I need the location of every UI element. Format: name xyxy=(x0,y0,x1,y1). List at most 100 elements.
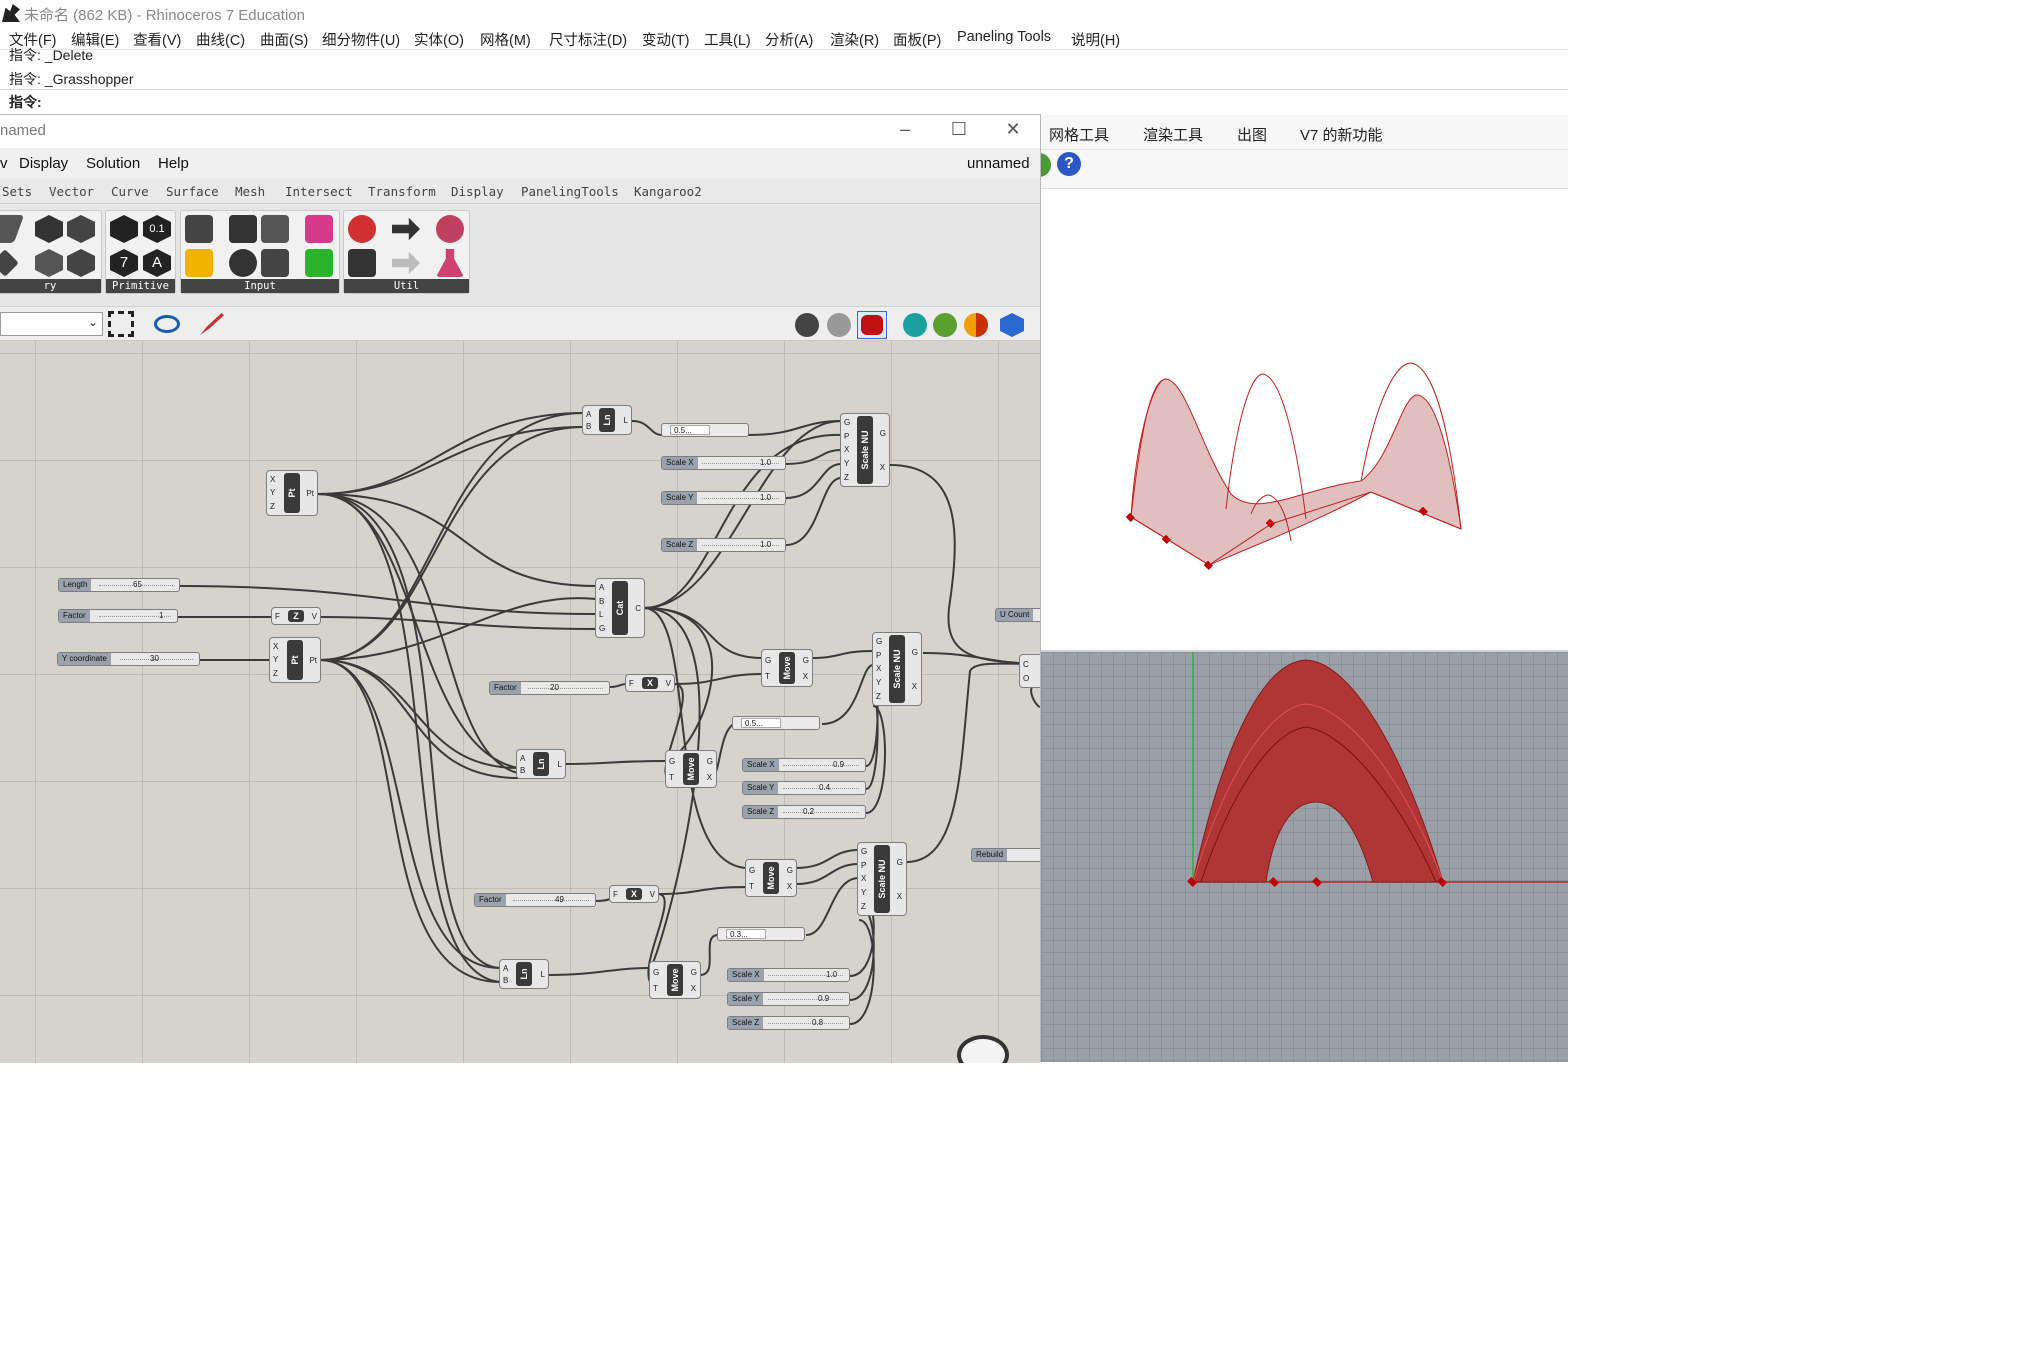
move-component[interactable]: GT Move GX xyxy=(745,859,797,897)
close-icon[interactable]: ✕ xyxy=(998,119,1028,140)
gh-canvas[interactable]: AB Ln L AB Ln L AB Ln L XYZ Pt Pt XYZ Pt… xyxy=(0,341,1040,1063)
arrow-right-icon[interactable] xyxy=(392,217,420,241)
integer-icon[interactable]: 7 xyxy=(110,249,138,277)
data-input-icon[interactable] xyxy=(185,215,213,243)
zoom-dropdown[interactable]: ⌄ xyxy=(0,312,103,336)
perspective-viewport[interactable] xyxy=(1041,189,1568,650)
preview-shaded-button[interactable] xyxy=(857,311,887,339)
menu-tools[interactable]: 工具(L) xyxy=(704,29,751,50)
gh-tab-panelingtools[interactable]: PanelingTools xyxy=(521,184,619,199)
bake-icon[interactable] xyxy=(903,313,927,337)
maximize-icon[interactable]: ☐ xyxy=(944,119,974,140)
gh-tab-intersect[interactable]: Intersect xyxy=(285,184,353,199)
rebuild-slider[interactable]: Rebuild xyxy=(971,848,1040,862)
sketch-icon[interactable] xyxy=(200,313,224,335)
help-icon[interactable]: ? xyxy=(1057,152,1081,176)
menu-render[interactable]: 渲染(R) xyxy=(830,29,879,50)
scale-x-slider[interactable]: Scale X 1.0 xyxy=(727,968,850,982)
tab-layout[interactable]: 出图 xyxy=(1237,124,1267,145)
gh-menu-help[interactable]: Help xyxy=(158,155,189,172)
move-component[interactable]: GT Move GX xyxy=(665,750,717,788)
flask-icon[interactable] xyxy=(436,249,464,277)
value-list-icon[interactable] xyxy=(261,249,289,277)
number-icon[interactable]: 0.1 xyxy=(143,215,171,243)
eye-icon[interactable] xyxy=(154,315,180,333)
scale-z-slider[interactable]: Scale Z 0.2 xyxy=(742,805,866,819)
scale-y-slider[interactable]: Scale Y 0.9 xyxy=(727,992,850,1006)
number-panel[interactable]: 0.3... xyxy=(717,927,805,941)
number-panel[interactable]: 0.5... xyxy=(732,716,820,730)
move-component[interactable]: GT Move GX xyxy=(649,961,701,999)
menu-surface[interactable]: 曲面(S) xyxy=(260,29,308,50)
scale-nu-component[interactable]: GPXYZ Scale NU GX xyxy=(840,413,890,487)
scale-nu-component[interactable]: GPXYZ Scale NU GX xyxy=(857,842,907,916)
menu-transform[interactable]: 变动(T) xyxy=(642,29,690,50)
command-prompt[interactable]: 指令: xyxy=(9,92,42,112)
scale-nu-component[interactable]: GPXYZ Scale NU GX xyxy=(872,632,922,706)
toggle-icon[interactable] xyxy=(229,215,257,243)
slider-icon[interactable] xyxy=(261,215,289,243)
menu-dimension[interactable]: 尺寸标注(D) xyxy=(549,29,627,50)
unit-z-component[interactable]: F Z V xyxy=(271,607,321,625)
menu-panels[interactable]: 面板(P) xyxy=(893,29,941,50)
colour-swatch-icon[interactable] xyxy=(305,249,333,277)
gh-tab-mesh[interactable]: Mesh xyxy=(235,184,265,199)
unit-x-component[interactable]: F X V xyxy=(625,674,675,692)
scale-x-slider[interactable]: Scale X 1.0 xyxy=(661,456,786,470)
tab-mesh-tools[interactable]: 网格工具 xyxy=(1049,124,1109,145)
menu-paneling-tools[interactable]: Paneling Tools xyxy=(957,29,1051,45)
gh-tab-surface[interactable]: Surface xyxy=(166,184,219,199)
length-slider[interactable]: Length 65 xyxy=(58,578,180,592)
tree-icon[interactable] xyxy=(348,249,376,277)
tab-v7-new[interactable]: V7 的新功能 xyxy=(1300,124,1383,145)
gh-menu-solution[interactable]: Solution xyxy=(86,155,140,172)
cluster-icon[interactable] xyxy=(436,215,464,243)
gh-tab-display[interactable]: Display xyxy=(451,184,504,199)
gh-menu-view[interactable]: v xyxy=(0,155,8,172)
subd-icon[interactable] xyxy=(35,249,63,277)
menu-analyze[interactable]: 分析(A) xyxy=(765,29,813,50)
catenary-component[interactable]: ABLG Cat C xyxy=(595,578,645,638)
minimize-icon[interactable]: – xyxy=(890,119,920,140)
boolean-icon[interactable] xyxy=(110,215,138,243)
scale-y-slider[interactable]: Scale Y 1.0 xyxy=(661,491,786,505)
gh-tab-sets[interactable]: Sets xyxy=(2,184,32,199)
loft-component[interactable]: CO xyxy=(1019,654,1040,688)
y-coordinate-slider[interactable]: Y coordinate 30 xyxy=(57,652,200,666)
scale-z-slider[interactable]: Scale Z 0.8 xyxy=(727,1016,850,1030)
menu-solid[interactable]: 实体(O) xyxy=(414,29,464,50)
construct-point-component[interactable]: XYZ Pt Pt xyxy=(266,470,318,516)
arrow-outline-icon[interactable] xyxy=(392,251,420,275)
surface-icon[interactable] xyxy=(0,249,19,277)
move-component[interactable]: GT Move GX xyxy=(761,649,813,687)
cherry-icon[interactable] xyxy=(348,215,376,243)
scale-y-slider[interactable]: Scale Y 0.4 xyxy=(742,781,866,795)
scale-z-slider[interactable]: Scale Z 1.0 xyxy=(661,538,786,552)
tab-render-tools[interactable]: 渲染工具 xyxy=(1143,124,1203,145)
construct-point-component[interactable]: XYZ Pt Pt xyxy=(269,637,321,683)
mesh-settings-icon[interactable] xyxy=(1000,313,1024,337)
box-icon[interactable] xyxy=(0,215,25,243)
gh-tab-transform[interactable]: Transform xyxy=(368,184,436,199)
brep-icon[interactable] xyxy=(35,215,63,243)
preview-off-icon[interactable] xyxy=(795,313,819,337)
menu-help[interactable]: 说明(H) xyxy=(1071,29,1120,50)
gh-tab-kangaroo2[interactable]: Kangaroo2 xyxy=(634,184,702,199)
gradient-icon[interactable] xyxy=(305,215,333,243)
front-viewport[interactable] xyxy=(1041,652,1568,1062)
menu-curve[interactable]: 曲线(C) xyxy=(196,29,245,50)
line-component[interactable]: AB Ln L xyxy=(582,405,632,435)
geometry-pipeline-icon[interactable] xyxy=(67,249,95,277)
mesh-geom-icon[interactable] xyxy=(67,215,95,243)
gh-menu-display[interactable]: Display xyxy=(19,155,68,172)
number-panel[interactable]: 0.5... xyxy=(661,423,749,437)
line-component[interactable]: AB Ln L xyxy=(516,749,566,779)
line-component[interactable]: AB Ln L xyxy=(499,959,549,989)
menu-mesh[interactable]: 网格(M) xyxy=(480,29,531,50)
gh-document-name[interactable]: unnamed xyxy=(967,155,1030,172)
menu-subd[interactable]: 细分物件(U) xyxy=(322,29,400,50)
gh-tab-vector[interactable]: Vector xyxy=(49,184,94,199)
factor-slider[interactable]: Factor 49 xyxy=(474,893,596,907)
graph-mapper-icon[interactable] xyxy=(185,249,213,277)
button-icon[interactable] xyxy=(229,249,257,277)
